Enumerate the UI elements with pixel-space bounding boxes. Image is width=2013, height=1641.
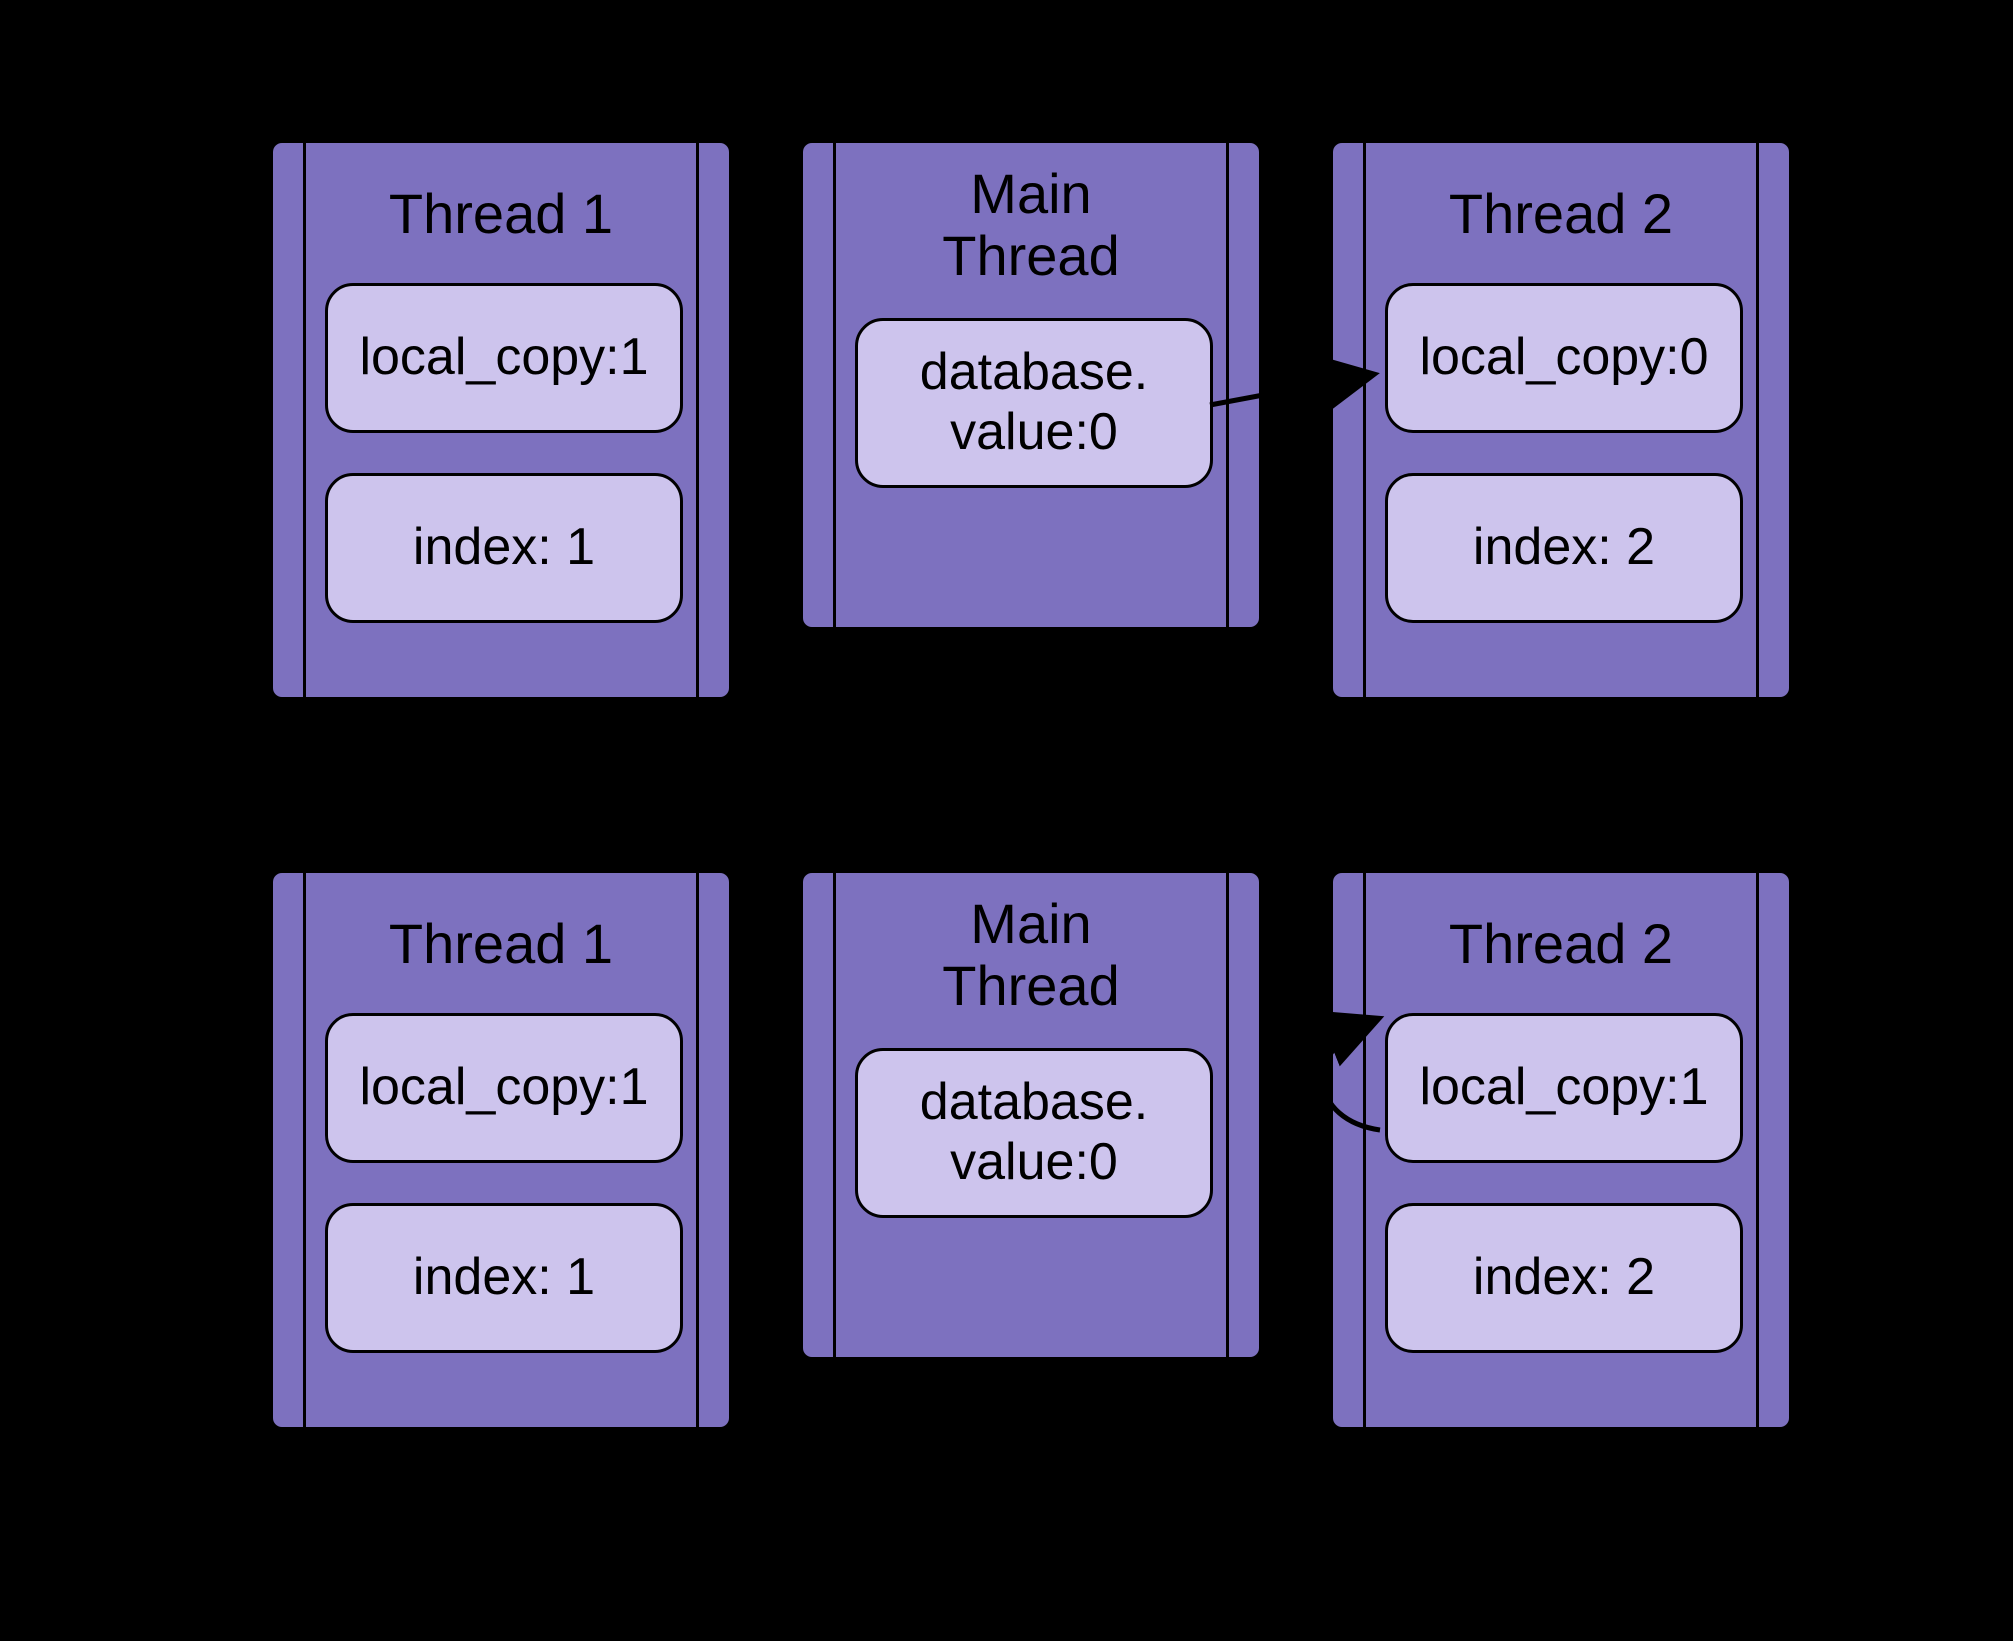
main-box-row1: Main Thread database. value:0 — [800, 140, 1262, 630]
thread1-title-row1: Thread 1 — [273, 183, 729, 245]
main-db-row2: database. value:0 — [855, 1048, 1213, 1218]
thread1-localcopy-row1: local_copy:1 — [325, 283, 683, 433]
thread2-box-row1: Thread 2 local_copy:0 index: 2 — [1330, 140, 1792, 700]
main-db-row1: database. value:0 — [855, 318, 1213, 488]
thread1-index-row1: index: 1 — [325, 473, 683, 623]
thread1-localcopy-row2: local_copy:1 — [325, 1013, 683, 1163]
thread1-box-row1: Thread 1 local_copy:1 index: 1 — [270, 140, 732, 700]
thread1-box-row2: Thread 1 local_copy:1 index: 1 — [270, 870, 732, 1430]
main-title-row1: Main Thread — [803, 163, 1259, 286]
thread1-title-row2: Thread 1 — [273, 913, 729, 975]
thread2-localcopy-row2: local_copy:1 — [1385, 1013, 1743, 1163]
thread2-index-row2: index: 2 — [1385, 1203, 1743, 1353]
thread2-title-row2: Thread 2 — [1333, 913, 1789, 975]
main-box-row2: Main Thread database. value:0 — [800, 870, 1262, 1360]
thread1-index-row2: index: 1 — [325, 1203, 683, 1353]
thread2-box-row2: Thread 2 local_copy:1 index: 2 — [1330, 870, 1792, 1430]
thread2-title-row1: Thread 2 — [1333, 183, 1789, 245]
diagram-canvas: Thread 1 local_copy:1 index: 1 Main Thre… — [0, 0, 2013, 1641]
main-title-row2: Main Thread — [803, 893, 1259, 1016]
thread2-localcopy-row1: local_copy:0 — [1385, 283, 1743, 433]
thread2-index-row1: index: 2 — [1385, 473, 1743, 623]
